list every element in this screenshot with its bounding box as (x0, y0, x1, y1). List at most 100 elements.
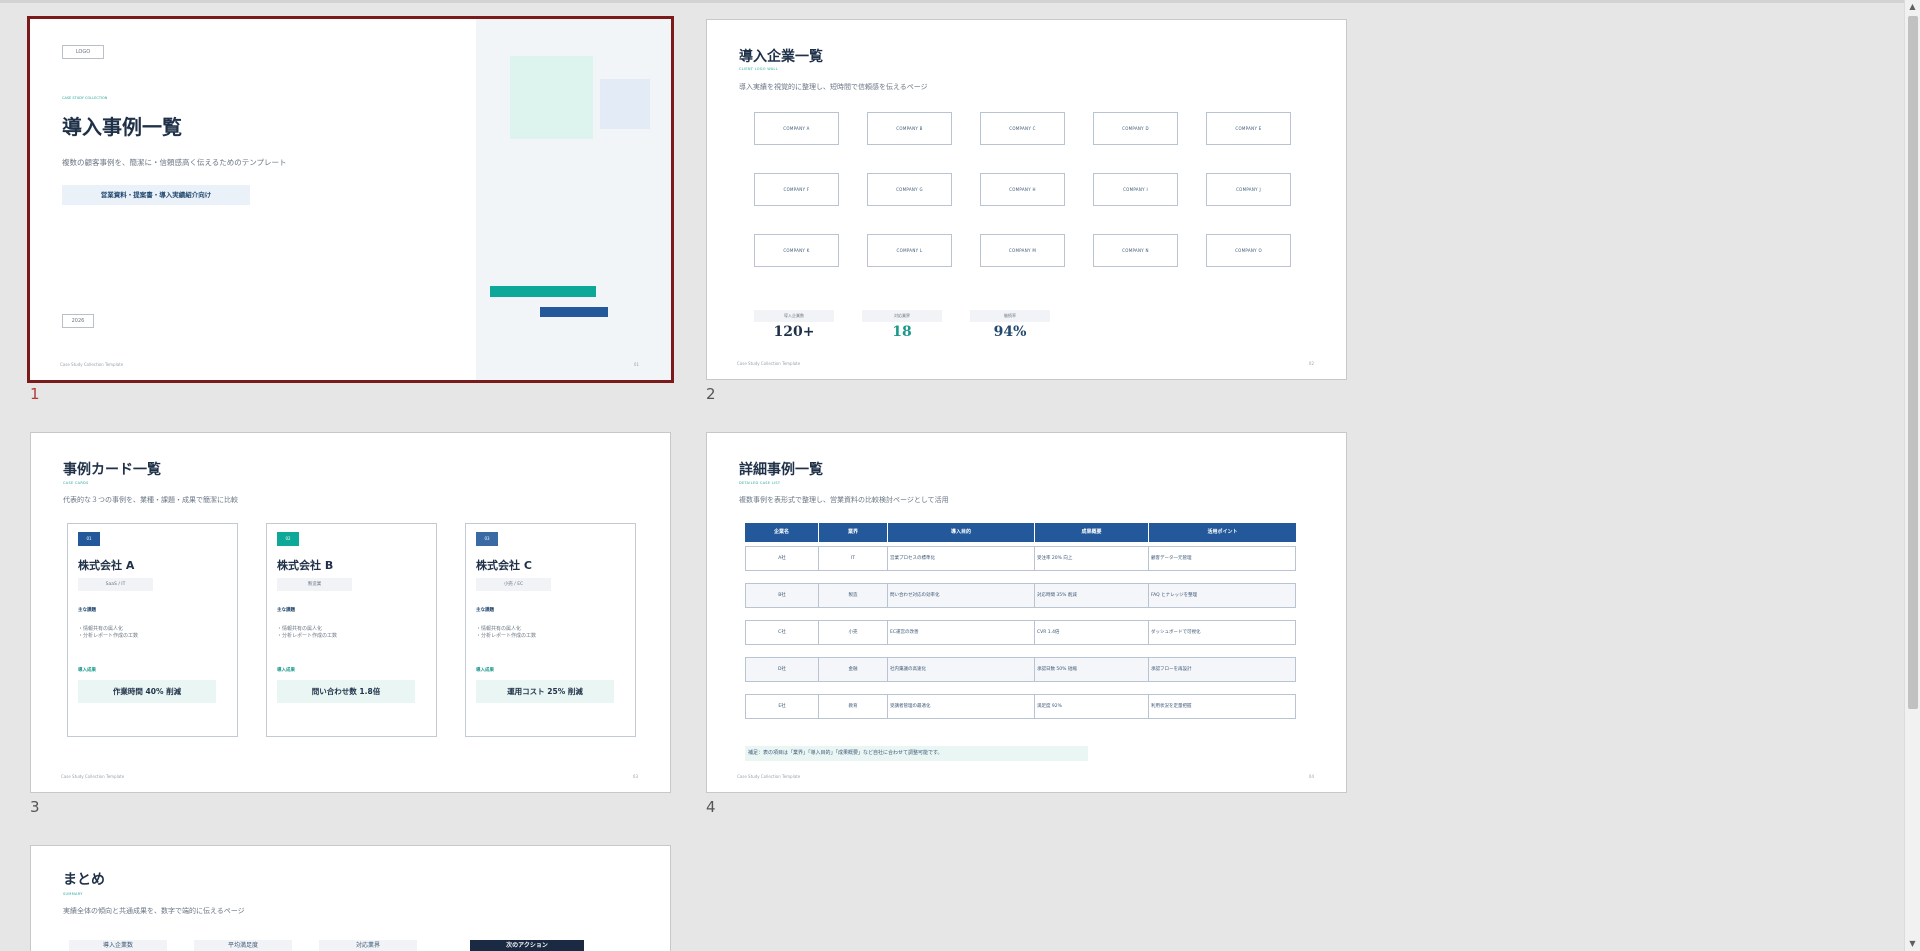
case-badge: 03 (476, 532, 498, 546)
case-company-name: 株式会社 B (277, 559, 334, 572)
slide-footer: Case Study Collection Template (737, 361, 801, 366)
slide-subtitle: DETAILED CASE LIST (739, 481, 781, 485)
slide-thumbnail-2[interactable]: 導入企業一覧 CLIENT LOGO WALL 導入実績を視覚的に整理し、短時間… (706, 19, 1347, 380)
table-cell: 受注率 20% 向上 (1035, 547, 1149, 570)
slide-number-3: 3 (30, 798, 40, 816)
company-box: COMPANY E (1206, 112, 1291, 145)
slide-title: 導入企業一覧 (739, 49, 823, 65)
company-box: COMPANY C (980, 112, 1065, 145)
table-cell: B社 (746, 584, 819, 607)
table-cell: 金融 (819, 658, 888, 681)
table-cell: 受講者管理の最適化 (888, 695, 1035, 718)
slide-thumbnail-3[interactable]: 事例カード一覧 CASE CARDS 代表的な３つの事例を、業種・課題・成果で簡… (30, 432, 671, 793)
slide-description: 複数の顧客事例を、簡潔に・信頼感高く伝えるためのテンプレート (62, 158, 287, 167)
slide-subtitle: CASE STUDY COLLECTION (62, 96, 108, 100)
result-box: 作業時間 40% 削減 (78, 680, 216, 703)
stat-label: 対応業界 (862, 310, 942, 322)
table-header-cell: 導入目的 (888, 523, 1034, 542)
table-cell: 顧客データ一元管理 (1151, 556, 1192, 561)
table-cell: 承認日数 50% 短縮 (1035, 658, 1149, 681)
stat-label: 導入企業数 (754, 310, 834, 322)
summary-label: 導入企業数 (69, 940, 167, 951)
company-box: COMPANY O (1206, 234, 1291, 267)
decorative-square-mint (510, 56, 593, 139)
result-heading: 導入成果 (476, 668, 494, 673)
audience-tag: 営業資料・提案書・導入実績紹介向け (62, 185, 250, 205)
issues-heading: 主な課題 (277, 608, 295, 613)
stat-value: 18 (892, 324, 912, 340)
table-header-cell: 活用ポイント (1149, 523, 1296, 542)
company-box: COMPANY F (754, 173, 839, 206)
issue-line: ・分析レポート作成の工数 (78, 633, 139, 639)
slide-description: 導入実績を視覚的に整理し、短時間で信頼感を伝えるページ (739, 83, 928, 91)
case-card-c: 03 株式会社 C 小売 / EC 主な課題 ・情報共有の属人化 ・分析レポート… (465, 523, 636, 737)
slide-title: 導入事例一覧 (62, 115, 182, 139)
scroll-up-arrow-icon[interactable]: ▲ (1905, 0, 1920, 14)
result-box: 問い合わせ数 1.8倍 (277, 680, 415, 703)
slide-number-4: 4 (706, 798, 716, 816)
table-cell: D社 (746, 658, 819, 681)
case-badge: 01 (78, 532, 100, 546)
slide-footer: Case Study Collection Template (60, 362, 124, 367)
company-box: COMPANY G (867, 173, 952, 206)
table-cell: A社 (746, 547, 819, 570)
summary-label: 対応業界 (319, 940, 417, 951)
case-industry: 小売 / EC (476, 578, 551, 591)
company-box: COMPANY L (867, 234, 952, 267)
table-row: E社 教育 受講者管理の最適化 満足度 92% 利用状況を定量把握 (745, 694, 1296, 719)
table-row: C社 小売 EC運営の改善 CVR 1.4倍 ダッシュボードで可視化 (745, 620, 1296, 645)
slide-thumbnail-4[interactable]: 詳細事例一覧 DETAILED CASE LIST 複数事例を表形式で整理し、営… (706, 432, 1347, 793)
slide-number-1: 1 (30, 385, 40, 403)
slide-thumbnail-1[interactable]: LOGO CASE STUDY COLLECTION 導入事例一覧 複数の顧客事… (27, 16, 674, 383)
scroll-down-arrow-icon[interactable]: ▼ (1905, 937, 1920, 951)
case-company-name: 株式会社 C (476, 559, 532, 572)
company-box: COMPANY D (1093, 112, 1178, 145)
result-heading: 導入成果 (78, 668, 96, 673)
slide-thumbnail-5[interactable]: まとめ SUMMARY 実績全体の傾向と共通成果を、数字で端的に伝えるページ 導… (30, 845, 671, 951)
table-cell: EC運営の改善 (888, 621, 1035, 644)
decorative-bar-teal (490, 286, 596, 297)
company-box: COMPANY K (754, 234, 839, 267)
scrollbar-thumb[interactable] (1908, 16, 1918, 709)
issue-line: ・情報共有の属人化 (78, 626, 124, 632)
slide-footer: Case Study Collection Template (737, 774, 801, 779)
table-cell: 問い合わせ対応の効率化 (888, 584, 1035, 607)
table-cell: 製造 (819, 584, 888, 607)
result-heading: 導入成果 (277, 668, 295, 673)
company-box: COMPANY J (1206, 173, 1291, 206)
case-card-b: 02 株式会社 B 製造業 主な課題 ・情報共有の属人化 ・分析レポート作成の工… (266, 523, 437, 737)
issues-heading: 主な課題 (78, 608, 96, 613)
table-header-cell: 業界 (819, 523, 887, 542)
table-header-cell: 成果概要 (1035, 523, 1148, 542)
table-note: 補足：表の項目は「業界」「導入目的」「成果概要」など自社に合わせて調整可能です。 (745, 746, 1088, 761)
case-card-a: 01 株式会社 A SaaS / IT 主な課題 ・情報共有の属人化 ・分析レポ… (67, 523, 238, 737)
issue-line: ・分析レポート作成の工数 (277, 633, 338, 639)
issue-line: ・情報共有の属人化 (476, 626, 522, 632)
company-box: COMPANY B (867, 112, 952, 145)
slide-subtitle: CLIENT LOGO WALL (739, 67, 779, 71)
table-cell: E社 (746, 695, 819, 718)
slide-sorter-view: LOGO CASE STUDY COLLECTION 導入事例一覧 複数の顧客事… (0, 0, 1904, 951)
slide-footer: Case Study Collection Template (61, 774, 125, 779)
slide-number-2: 2 (706, 385, 716, 403)
slide-title: まとめ (63, 872, 105, 888)
table-row: B社 製造 問い合わせ対応の効率化 対応時間 35% 削減 FAQ とナレッジを… (745, 583, 1296, 608)
issue-line: ・情報共有の属人化 (277, 626, 323, 632)
issue-line: ・分析レポート作成の工数 (476, 633, 537, 639)
table-cell: C社 (746, 621, 819, 644)
next-action-box: 次のアクション (470, 940, 584, 951)
slide-description: 複数事例を表形式で整理し、営業資料の比較検討ページとして活用 (739, 496, 949, 504)
slide-title: 詳細事例一覧 (739, 462, 823, 478)
company-box: COMPANY I (1093, 173, 1178, 206)
issues-heading: 主な課題 (476, 608, 494, 613)
table-cell: 利用状況を定量把握 (1151, 704, 1192, 709)
slide-subtitle: CASE CARDS (63, 481, 89, 485)
result-box: 運用コスト 25% 削減 (476, 680, 614, 703)
stat-value: 120+ (773, 324, 815, 340)
stat-label: 継続率 (970, 310, 1050, 322)
company-box: COMPANY N (1093, 234, 1178, 267)
slide-title: 事例カード一覧 (63, 462, 161, 478)
logo-placeholder: LOGO (62, 45, 104, 59)
table-cell: FAQ とナレッジを整理 (1151, 593, 1198, 598)
vertical-scrollbar[interactable]: ▲ ▼ (1904, 0, 1920, 951)
